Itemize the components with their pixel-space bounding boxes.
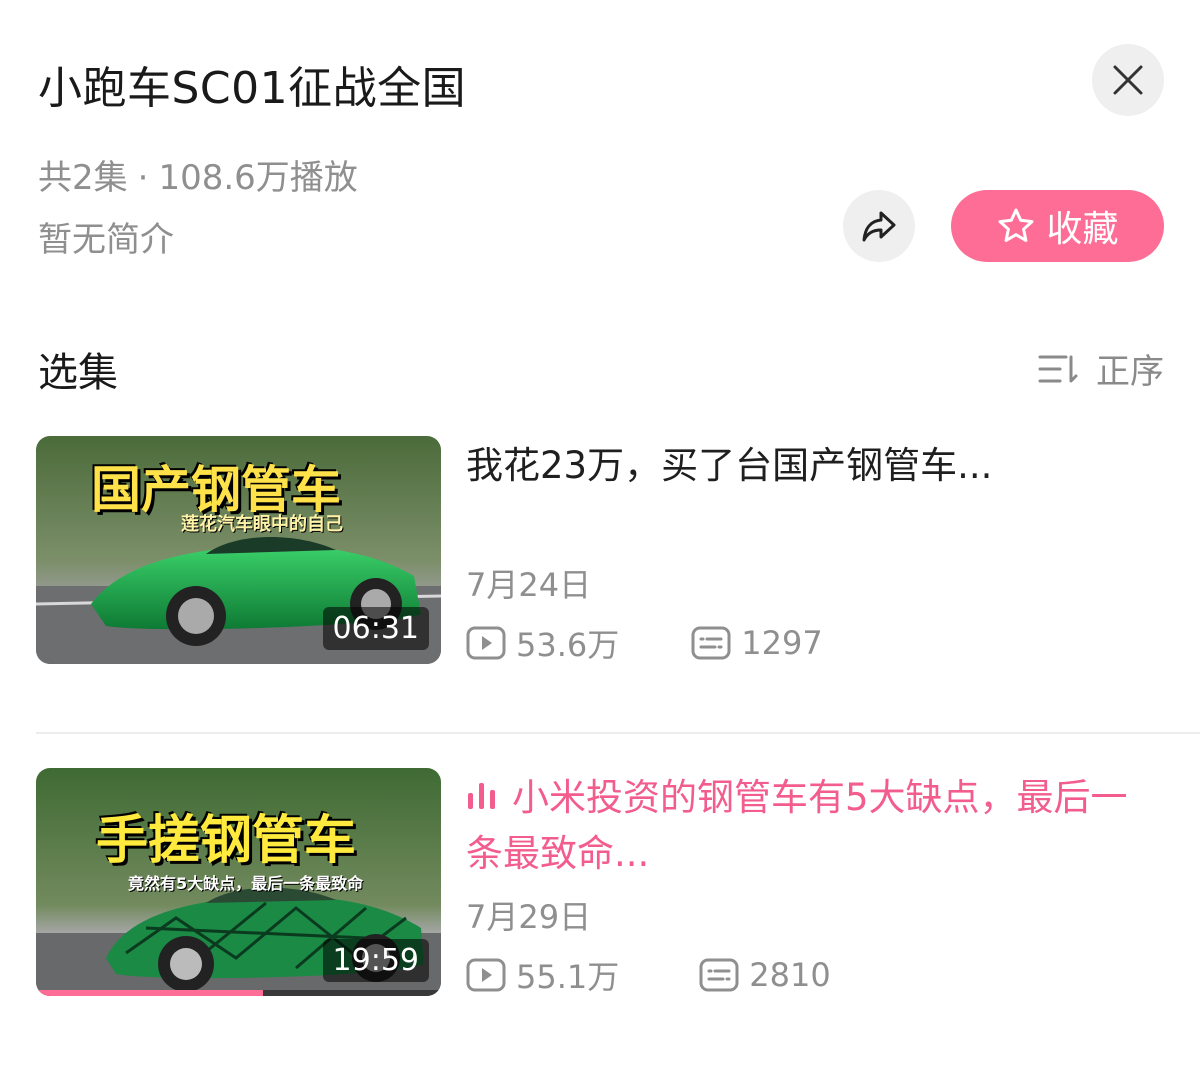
collection-meta: 共2集 · 108.6万播放 — [38, 150, 358, 199]
sort-icon — [1038, 355, 1078, 382]
episode-stats: 53.6万 1297 — [466, 620, 823, 666]
episode-date: 7月29日 — [466, 898, 592, 936]
episode-play-count: 53.6万 — [516, 626, 620, 664]
episode-stats: 55.1万 2810 — [466, 952, 831, 998]
comment-stat: 1297 — [691, 624, 823, 662]
episode-comment-count: 2810 — [749, 956, 831, 994]
now-playing-icon — [468, 782, 495, 809]
play-count-icon — [466, 626, 506, 660]
danmaku-count-icon — [699, 958, 739, 992]
play-count-icon — [466, 958, 506, 992]
meta-separator: · — [137, 158, 149, 198]
thumbnail-subline: 莲花汽车眼中的自己 — [181, 514, 343, 535]
episode-item[interactable]: 手搓钢管车 竟然有5大缺点，最后一条最致命 19:59 小米投资的钢管车有5大缺… — [36, 768, 1164, 996]
episode-title[interactable]: 我花23万，买了台国产钢管车... — [466, 438, 1156, 494]
collection-title: 小跑车SC01征战全国 — [38, 63, 467, 114]
thumbnail-subline: 竟然有5大缺点，最后一条最致命 — [128, 874, 364, 893]
video-duration: 06:31 — [322, 607, 429, 650]
watch-progress-bar — [36, 990, 441, 996]
danmaku-count-icon — [691, 626, 731, 660]
close-button[interactable] — [1092, 44, 1164, 116]
episodes-section-title: 选集 — [38, 350, 118, 396]
close-icon — [1113, 65, 1143, 95]
episode-title-text: 小米投资的钢管车有5大缺点，最后一条最致命... — [466, 776, 1128, 875]
play-stat: 53.6万 — [466, 620, 619, 666]
comment-stat: 2810 — [699, 956, 831, 994]
video-duration: 19:59 — [322, 939, 429, 982]
episode-item[interactable]: 国产钢管车 莲花汽车眼中的自己 06:31 我花23万，买了台国产钢管车... … — [36, 436, 1164, 664]
thumbnail-headline: 手搓钢管车 — [96, 811, 357, 871]
episode-thumbnail[interactable]: 国产钢管车 莲花汽车眼中的自己 06:31 — [36, 436, 441, 664]
episode-count: 共2集 — [38, 158, 128, 198]
watch-progress-fill — [36, 990, 263, 996]
collection-panel: 小跑车SC01征战全国 共2集·108.6万播放 暂无简介 收藏 选集 正序 — [0, 0, 1200, 1065]
favorite-label: 收藏 — [1046, 209, 1119, 250]
collection-description: 暂无简介 — [38, 220, 174, 260]
play-stat: 55.1万 — [466, 952, 619, 998]
sort-order-label: 正序 — [1096, 352, 1164, 392]
episode-comment-count: 1297 — [741, 624, 823, 662]
episode-divider — [36, 732, 1200, 734]
sort-order-toggle[interactable]: 正序 — [1038, 344, 1164, 393]
episode-thumbnail[interactable]: 手搓钢管车 竟然有5大缺点，最后一条最致命 19:59 — [36, 768, 441, 996]
episode-title[interactable]: 小米投资的钢管车有5大缺点，最后一条最致命... — [466, 770, 1156, 882]
star-icon — [998, 208, 1034, 242]
play-count: 108.6万播放 — [158, 158, 358, 198]
share-icon — [862, 211, 896, 242]
episode-play-count: 55.1万 — [516, 958, 620, 996]
favorite-button[interactable]: 收藏 — [951, 190, 1164, 262]
episode-date: 7月24日 — [466, 566, 592, 604]
share-button[interactable] — [843, 190, 915, 262]
